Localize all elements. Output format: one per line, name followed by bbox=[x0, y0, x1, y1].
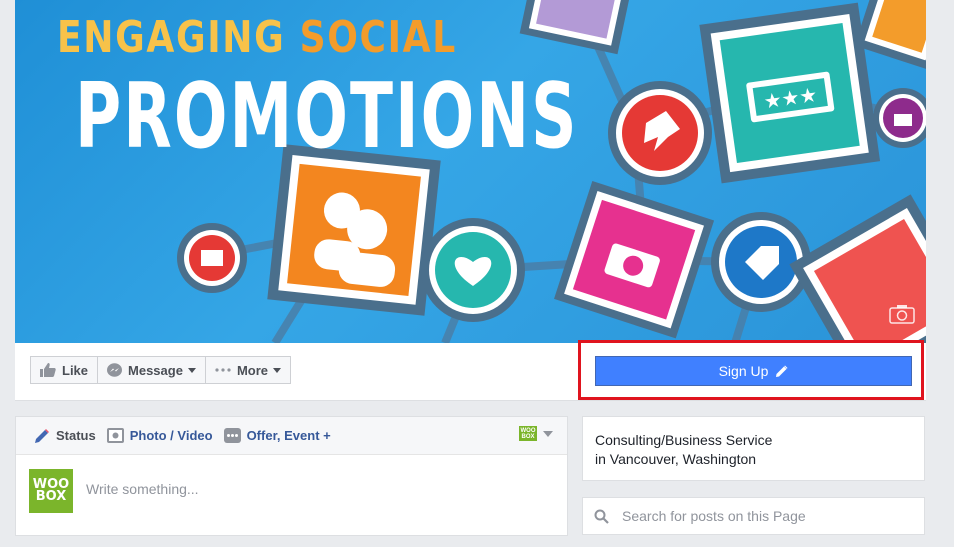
page-location[interactable]: in Vancouver, Washington bbox=[595, 450, 912, 469]
tab-status-label: Status bbox=[56, 428, 96, 443]
tab-offer-event[interactable]: Offer, Event + bbox=[223, 428, 331, 443]
tab-photo-video[interactable]: Photo / Video bbox=[106, 428, 213, 443]
more-button[interactable]: More bbox=[205, 356, 291, 384]
action-button-group: Like Message More bbox=[30, 356, 291, 384]
write-something-input[interactable]: Write something... bbox=[86, 481, 199, 497]
composer-body: WOO BOX Write something... bbox=[16, 455, 567, 537]
cover-title-word-2: SOCIAL bbox=[299, 12, 457, 63]
page-post-search bbox=[582, 497, 925, 535]
sign-up-label: Sign Up bbox=[718, 363, 769, 379]
post-composer: Status Photo / Video Offer, Event + WOO … bbox=[15, 416, 568, 536]
chevron-down-icon bbox=[543, 430, 553, 437]
pencil-icon[interactable] bbox=[775, 365, 788, 378]
ellipsis-icon bbox=[223, 428, 241, 443]
ellipsis-icon bbox=[215, 368, 231, 372]
tab-photo-video-label: Photo / Video bbox=[129, 428, 213, 443]
page-category[interactable]: Consulting/Business Service bbox=[595, 431, 912, 450]
cover-title-line-1: ENGAGING SOCIAL bbox=[57, 12, 457, 63]
more-label: More bbox=[236, 362, 268, 378]
message-button[interactable]: Message bbox=[98, 356, 206, 384]
page-about-card: Consulting/Business Service in Vancouver… bbox=[582, 416, 925, 481]
composer-tabs: Status Photo / Video Offer, Event + WOO … bbox=[16, 417, 567, 455]
message-label: Message bbox=[128, 362, 183, 378]
cover-photo[interactable]: ★★★ ENGAGING SOCIAL PROMOTIONS bbox=[15, 0, 926, 343]
like-button[interactable]: Like bbox=[30, 356, 99, 384]
camera-icon[interactable] bbox=[888, 303, 916, 325]
search-icon bbox=[594, 509, 609, 524]
camera-icon bbox=[106, 428, 124, 443]
woobox-logo-icon: WOO BOX bbox=[519, 426, 537, 441]
messenger-icon bbox=[107, 362, 123, 378]
thumbs-up-icon bbox=[40, 363, 56, 377]
tab-offer-event-label: Offer, Event + bbox=[246, 428, 331, 443]
pencil-icon bbox=[34, 428, 50, 444]
cover-title-line-2: PROMOTIONS bbox=[75, 64, 579, 169]
sign-up-button[interactable]: Sign Up bbox=[595, 356, 912, 386]
avatar: WOO BOX bbox=[29, 469, 73, 513]
like-label: Like bbox=[62, 362, 89, 378]
post-as-page-picker[interactable]: WOO BOX bbox=[519, 426, 553, 441]
chevron-down-icon bbox=[187, 367, 196, 373]
cover-title-word-1: ENGAGING bbox=[57, 12, 286, 63]
chevron-down-icon bbox=[273, 367, 281, 373]
tab-status[interactable]: Status bbox=[34, 428, 96, 444]
search-input[interactable] bbox=[620, 507, 914, 525]
